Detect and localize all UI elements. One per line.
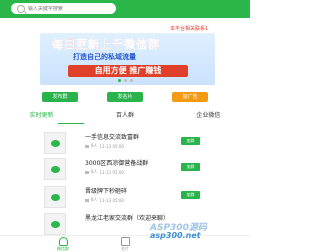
card-icon bbox=[120, 237, 130, 246]
tab-realtime[interactable]: 实时更新 bbox=[0, 110, 83, 122]
join-group-button[interactable]: 加群 bbox=[181, 191, 200, 199]
promo-banner[interactable]: 每日更新上千微信群 打造自己的私域流量 自用方便 推广赚钱 bbox=[40, 33, 215, 85]
banner-subline: 打造自己的私域流量 bbox=[73, 53, 136, 61]
banner-headline: 每日更新上千微信群 bbox=[52, 38, 160, 51]
group-title: 晋级牌下秒砸碎 bbox=[85, 188, 128, 195]
active-tab-indicator bbox=[58, 123, 84, 124]
views-icon bbox=[85, 144, 89, 148]
wechat-icon bbox=[50, 193, 60, 201]
group-qr-thumbnail bbox=[44, 213, 66, 235]
group-qr-thumbnail bbox=[44, 186, 66, 208]
group-meta: 8人 11-13 05:00 bbox=[85, 143, 124, 149]
carousel-dots[interactable] bbox=[118, 79, 133, 82]
group-qr-thumbnail bbox=[44, 158, 66, 180]
group-qr-thumbnail bbox=[44, 132, 66, 154]
group-views: 8人 bbox=[91, 169, 98, 174]
group-title: 黑龙江老家交流群（欢迎来聊） bbox=[85, 215, 170, 222]
group-title: 3000区西凉御营备战群 bbox=[85, 160, 149, 167]
list-item[interactable]: 3000区西凉御营备战群 8人 11-13 05:00 加群 bbox=[0, 154, 250, 182]
search-input[interactable] bbox=[27, 5, 116, 12]
join-group-button[interactable]: 加群 bbox=[181, 163, 200, 171]
search-icon bbox=[17, 4, 25, 13]
nav-label: 微信群 bbox=[57, 246, 69, 251]
watermark: ASP300源码 asp300.net bbox=[150, 224, 230, 240]
list-item[interactable]: 一手信息交流致富群 8人 11-13 05:00 加群 bbox=[0, 128, 250, 156]
group-meta: 8人 11-13 05:00 bbox=[85, 197, 124, 203]
tab-hundred[interactable]: 百人群 bbox=[83, 110, 166, 122]
notice-text[interactable]: 本平台相关联系1 bbox=[170, 25, 208, 32]
wechat-icon bbox=[50, 139, 60, 147]
add-ad-button[interactable]: 加广告 bbox=[172, 92, 208, 102]
group-title: 一手信息交流致富群 bbox=[85, 134, 140, 141]
header-bar bbox=[0, 0, 250, 18]
wechat-icon bbox=[50, 220, 60, 228]
home-icon bbox=[58, 237, 68, 246]
wechat-icon bbox=[50, 165, 60, 173]
group-views: 8人 bbox=[91, 197, 98, 202]
group-date: 11-13 05:00 bbox=[99, 169, 124, 175]
group-views: 8人 bbox=[91, 143, 98, 148]
carousel-dot[interactable] bbox=[118, 79, 121, 82]
group-date: 11-13 05:00 bbox=[99, 143, 124, 149]
views-icon bbox=[85, 170, 89, 174]
tab-enterprise[interactable]: 企业微信 bbox=[167, 110, 250, 122]
join-group-button[interactable]: 加群 bbox=[181, 137, 200, 145]
group-meta: 8人 11-13 05:00 bbox=[85, 169, 124, 175]
search-box[interactable] bbox=[11, 3, 116, 14]
publish-group-button[interactable]: 发布群 bbox=[42, 92, 78, 102]
group-date: 11-13 05:00 bbox=[99, 197, 124, 203]
list-item[interactable]: 晋级牌下秒砸碎 8人 11-13 05:00 加群 bbox=[0, 182, 250, 210]
nav-label: 名片 bbox=[121, 246, 129, 251]
carousel-dot[interactable] bbox=[124, 79, 127, 82]
views-icon bbox=[85, 198, 89, 202]
publish-card-button[interactable]: 发名片 bbox=[107, 92, 143, 102]
watermark-url: asp300.net bbox=[150, 231, 201, 240]
tab-bar: 实时更新 百人群 企业微信 bbox=[0, 110, 250, 122]
carousel-dot[interactable] bbox=[130, 79, 133, 82]
banner-cta: 自用方便 推广赚钱 bbox=[68, 65, 188, 77]
